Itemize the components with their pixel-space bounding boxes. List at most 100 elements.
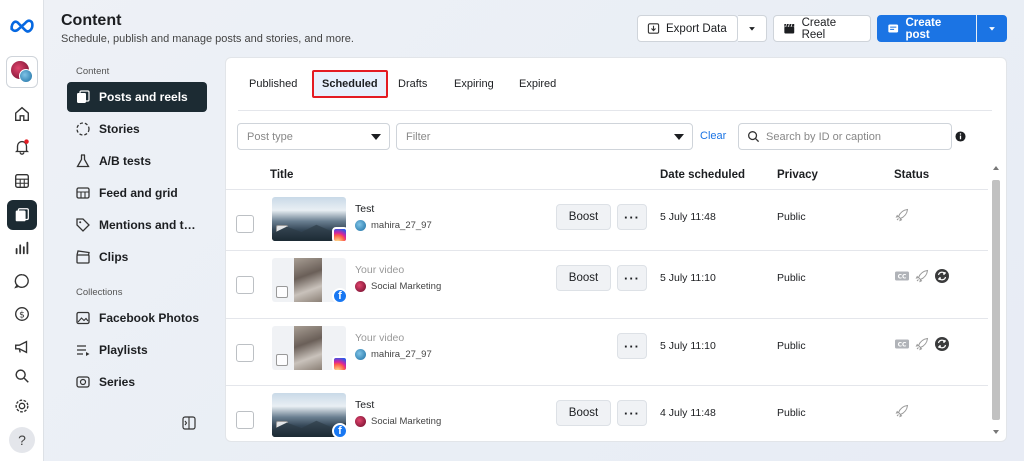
- search-icon[interactable]: [11, 365, 33, 387]
- account-name: Social Marketing: [371, 281, 442, 292]
- post-type-placeholder: Post type: [247, 130, 293, 143]
- tab-published[interactable]: Published: [249, 70, 297, 98]
- filter-placeholder: Filter: [406, 130, 431, 143]
- table-row[interactable]: Test mahira_27_97 Boost ··· 5 July 11:48…: [226, 189, 988, 257]
- search-icon: [748, 131, 760, 143]
- post-title[interactable]: Test: [355, 203, 374, 215]
- photo-type-icon: [276, 225, 288, 237]
- caret-down-icon: [371, 134, 381, 140]
- nav-label: Facebook Photos: [99, 311, 200, 325]
- table-scrollbar[interactable]: [990, 162, 1002, 441]
- account-avatar[interactable]: [6, 56, 38, 88]
- table-row[interactable]: f Test Social Marketing Boost ··· 4 July…: [226, 385, 988, 441]
- nav-stories[interactable]: Stories: [67, 114, 207, 144]
- create-post-options-dropdown[interactable]: [977, 15, 1007, 42]
- settings-gear-icon[interactable]: [11, 395, 33, 417]
- post-title[interactable]: Your video: [355, 332, 404, 344]
- privacy-value: Public: [777, 340, 806, 352]
- tab-scheduled[interactable]: Scheduled: [312, 70, 388, 98]
- create-reel-label: Create Reel: [801, 16, 837, 41]
- tabs-divider: [238, 110, 992, 111]
- help-question-icon[interactable]: ?: [9, 427, 35, 453]
- export-data-button[interactable]: Export Data: [637, 15, 738, 42]
- create-post-label: Create post: [905, 16, 942, 41]
- boost-button[interactable]: Boost: [556, 204, 611, 230]
- export-data-label: Export Data: [666, 22, 727, 35]
- scrollbar-thumb[interactable]: [992, 180, 1000, 420]
- posts-icon: [77, 90, 90, 103]
- create-reel-button[interactable]: Create Reel: [773, 15, 871, 42]
- monetization-dollar-icon[interactable]: $: [11, 303, 33, 325]
- video-type-icon: [276, 286, 288, 298]
- nav-feed-and-grid[interactable]: Feed and grid: [67, 178, 207, 208]
- nav-playlists[interactable]: Playlists: [67, 335, 207, 365]
- more-options-button[interactable]: ···: [617, 333, 647, 359]
- nav-mentions-and-tags[interactable]: Mentions and t…: [67, 210, 207, 240]
- more-options-button[interactable]: ···: [617, 204, 647, 230]
- nav-clips[interactable]: Clips: [67, 242, 207, 272]
- notifications-bell-icon[interactable]: [11, 136, 33, 158]
- table-row[interactable]: f Your video Social Marketing Boost ··· …: [226, 250, 988, 318]
- meta-logo-icon[interactable]: [9, 17, 35, 33]
- export-icon: [647, 23, 660, 34]
- collapse-sidebar-icon[interactable]: [182, 416, 196, 430]
- post-title[interactable]: Your video: [355, 264, 404, 276]
- nav-label: Posts and reels: [99, 90, 188, 104]
- scroll-down-arrow-icon[interactable]: [993, 430, 999, 434]
- caret-down-icon: [674, 134, 684, 140]
- nav-facebook-photos[interactable]: Facebook Photos: [67, 303, 207, 333]
- feed-grid-icon: [76, 187, 90, 199]
- search-box[interactable]: [738, 123, 952, 150]
- home-icon[interactable]: [11, 103, 33, 125]
- row-checkbox[interactable]: [236, 411, 254, 429]
- tab-expiring[interactable]: Expiring: [454, 70, 494, 98]
- row-checkbox[interactable]: [236, 344, 254, 362]
- create-post-button[interactable]: Create post: [877, 15, 976, 42]
- planner-table-icon[interactable]: [11, 170, 33, 192]
- scheduled-rocket-icon: [915, 269, 929, 283]
- account-avatar-icon: [355, 349, 366, 360]
- nav-series[interactable]: Series: [67, 367, 207, 397]
- crosspost-sync-icon: [935, 337, 949, 351]
- inbox-chat-icon[interactable]: [11, 270, 33, 292]
- insights-bar-chart-icon[interactable]: [11, 237, 33, 259]
- account-avatar-icon: [355, 281, 366, 292]
- info-icon[interactable]: [955, 131, 966, 142]
- nav-label: Mentions and t…: [99, 218, 196, 232]
- date-scheduled: 5 July 11:10: [660, 340, 716, 352]
- captions-icon: CC: [895, 271, 909, 281]
- svg-text:$: $: [19, 311, 25, 321]
- post-type-select[interactable]: Post type: [237, 123, 390, 150]
- nav-label: Clips: [99, 250, 129, 264]
- nav-ab-tests[interactable]: A/B tests: [67, 146, 207, 176]
- video-preview: [294, 326, 322, 370]
- more-options-button[interactable]: ···: [617, 400, 647, 426]
- scroll-up-arrow-icon[interactable]: [993, 166, 999, 170]
- boost-button[interactable]: Boost: [556, 265, 611, 291]
- post-account: mahira_27_97: [355, 220, 432, 231]
- filter-select[interactable]: Filter: [396, 123, 693, 150]
- nav-label: A/B tests: [99, 154, 152, 168]
- scheduled-rocket-icon: [915, 337, 929, 351]
- post-title[interactable]: Test: [355, 399, 374, 411]
- row-checkbox[interactable]: [236, 215, 254, 233]
- more-options-button[interactable]: ···: [617, 265, 647, 291]
- ads-megaphone-icon[interactable]: [11, 336, 33, 358]
- account-avatar-icon: [355, 220, 366, 231]
- series-icon: [76, 376, 90, 388]
- clear-filters-link[interactable]: Clear: [700, 130, 726, 142]
- content-section-heading: Content: [76, 66, 110, 77]
- tab-drafts[interactable]: Drafts: [398, 70, 427, 98]
- search-input[interactable]: [766, 130, 946, 143]
- nav-posts-and-reels[interactable]: Posts and reels: [67, 82, 207, 112]
- caret-down-icon: [749, 27, 755, 31]
- table-row[interactable]: Your video mahira_27_97 ··· 5 July 11:10…: [226, 318, 988, 386]
- clips-clapper-icon: [76, 250, 90, 264]
- instagram-icon: [332, 227, 348, 243]
- boost-button[interactable]: Boost: [556, 400, 611, 426]
- tab-expired[interactable]: Expired: [519, 70, 556, 98]
- row-checkbox[interactable]: [236, 276, 254, 294]
- export-options-dropdown[interactable]: [738, 15, 767, 42]
- create-post-icon: [888, 24, 899, 33]
- content-icon[interactable]: [7, 200, 37, 230]
